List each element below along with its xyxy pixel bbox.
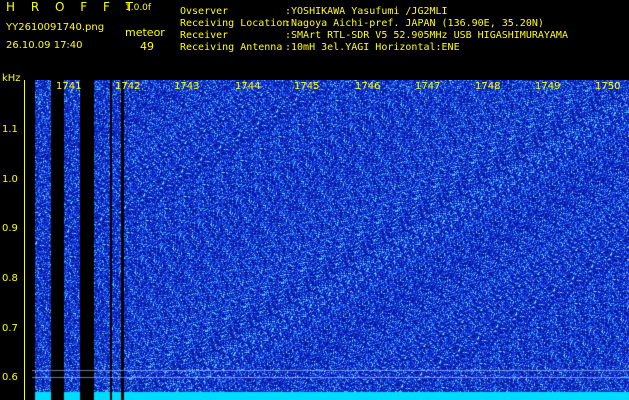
info-value-observer: :YOSHIKAWA Yasufumi /JG2MLI	[285, 6, 448, 17]
info-key-receiver: Receiver	[180, 30, 229, 41]
brand-title: H R O F F T	[6, 0, 140, 14]
x-tick-label: 1748	[475, 81, 501, 92]
y-tick-label: 0.8	[2, 273, 18, 284]
x-tick-label: 1741	[56, 81, 82, 92]
info-value-antenna: :10mH 3el.YAGI Horizontal:ENE	[285, 42, 460, 53]
y-axis-line	[24, 80, 25, 400]
y-axis-unit: kHz	[2, 73, 21, 84]
mode-label: meteor	[125, 26, 165, 39]
filename-label: YY2610091740.png	[6, 22, 105, 33]
x-tick-label: 1746	[355, 81, 381, 92]
info-value-location: :Nagoya Aichi-pref. JAPAN (136.90E, 35.2…	[285, 18, 544, 29]
y-tick-label: 0.6	[2, 372, 18, 383]
x-tick-label: 1744	[235, 81, 261, 92]
y-tick-label: 0.9	[2, 223, 18, 234]
y-tick-label: 1.0	[2, 174, 18, 185]
info-key-location: Receiving Location	[180, 18, 289, 29]
meteor-count: 49	[140, 40, 154, 53]
y-tick-label: 1.1	[2, 124, 18, 135]
version-label: 1.0.0f	[125, 3, 152, 13]
y-tick-label: 0.7	[2, 323, 18, 334]
x-tick-label: 1749	[535, 81, 561, 92]
x-tick-label: 1742	[115, 81, 141, 92]
spectrogram-screen: H R O F F T 1.0.0f YY2610091740.png 26.1…	[0, 0, 629, 400]
x-tick-label: 1750	[595, 81, 621, 92]
x-tick-label: 1747	[415, 81, 441, 92]
x-tick-label: 1743	[174, 81, 200, 92]
datetime-label: 26.10.09 17:40	[6, 40, 83, 51]
info-value-receiver: :SMArt RTL-SDR V5 52.905MHz USB HIGASHIM…	[285, 30, 568, 41]
info-key-antenna: Receiving Antenna	[180, 42, 283, 53]
spectrogram-plot	[32, 80, 629, 400]
info-key-observer: Ovserver	[180, 6, 229, 17]
x-tick-label: 1745	[294, 81, 320, 92]
